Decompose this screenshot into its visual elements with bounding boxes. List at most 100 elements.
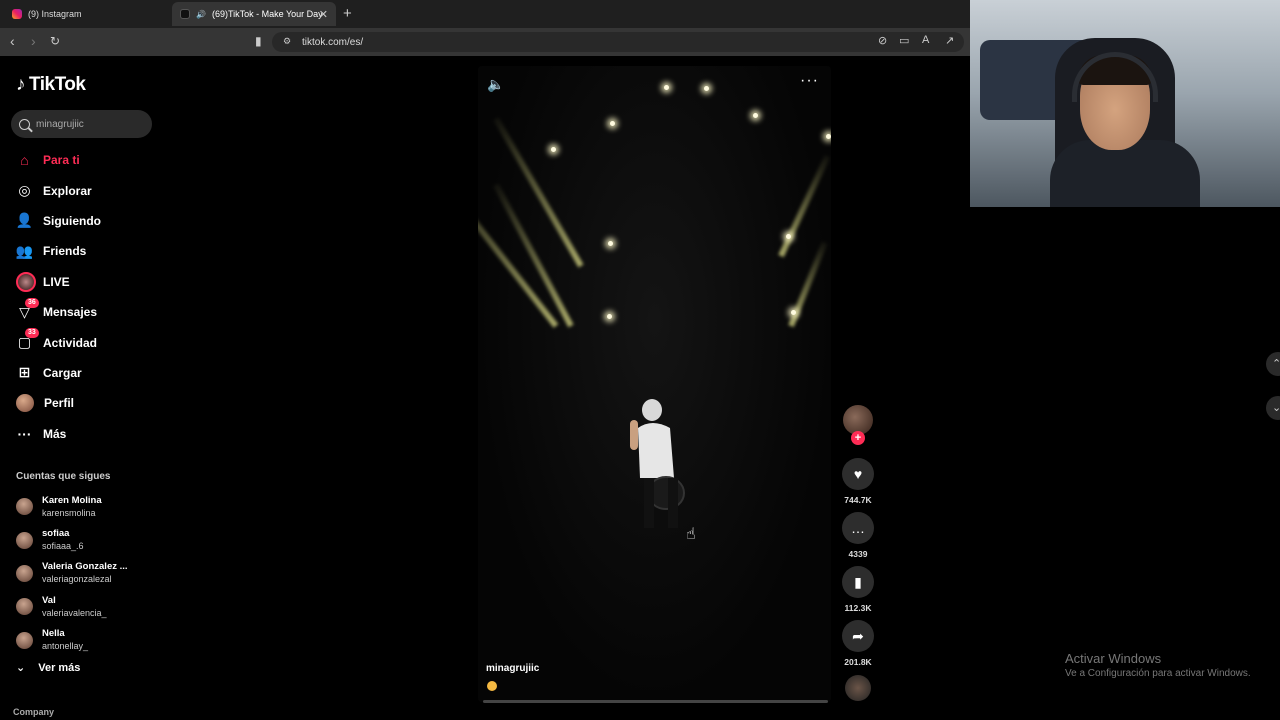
like-button[interactable]: ♥	[842, 458, 874, 490]
close-icon[interactable]: ✕	[319, 8, 328, 21]
menu-item-mas[interactable]: ··· Más	[0, 419, 165, 449]
menu-item-live[interactable]: LIVE	[0, 267, 165, 297]
account-username: antonellay_	[42, 641, 89, 652]
like-count: 744.7K	[844, 495, 872, 505]
webcam-person-body	[1050, 140, 1200, 207]
stage-light-beam	[478, 166, 559, 328]
live-icon	[16, 271, 36, 292]
reload-icon[interactable]: ↻	[50, 34, 60, 48]
address-bar[interactable]	[272, 32, 964, 52]
search-input[interactable]: minagrujiic	[11, 110, 152, 138]
account-username: sofiaaa_.6	[42, 541, 84, 552]
music-disc[interactable]	[845, 675, 871, 701]
share-icon: ➦	[852, 627, 864, 644]
emoji-icon	[487, 681, 497, 691]
menu-label: LIVE	[43, 274, 70, 289]
video-progress-bar[interactable]	[483, 700, 828, 703]
stage-light	[786, 234, 791, 239]
main-menu: ⌂ Para ti ◎ Explorar 👤 Siguiendo 👥 Frien…	[0, 145, 165, 449]
share-button[interactable]: ➦	[842, 620, 874, 652]
next-video-button[interactable]: ⌄	[1266, 396, 1280, 420]
video-player[interactable]: 🔈 ··· minagrujiic	[478, 66, 831, 702]
menu-item-explorar[interactable]: ◎ Explorar	[0, 175, 165, 205]
chevron-down-icon: ⌄	[16, 662, 26, 674]
see-more-button[interactable]: ⌄ Ver más	[16, 661, 80, 675]
upload-icon: ⊞	[18, 364, 31, 381]
menu-item-siguiendo[interactable]: 👤 Siguiendo	[0, 206, 165, 236]
menu-item-para-ti[interactable]: ⌂ Para ti	[0, 145, 165, 175]
no-tracking-icon[interactable]: ⊘	[878, 34, 887, 47]
stage-light	[753, 113, 758, 118]
tiktok-logo-icon: ♪	[16, 74, 26, 95]
menu-item-cargar[interactable]: ⊞ Cargar	[0, 358, 165, 388]
menu-label: Siguiendo	[43, 213, 101, 228]
stage-light	[791, 310, 796, 315]
list-item[interactable]: Nella antonellay_	[0, 624, 165, 657]
following-icon: 👤	[15, 212, 34, 229]
tiktok-icon	[180, 9, 190, 19]
performer-figure	[630, 399, 685, 528]
browser-tab-bar: (9) Instagram 🔊 (69)TikTok - Make Your D…	[0, 0, 970, 28]
back-icon[interactable]: ‹	[10, 33, 15, 49]
activity-badge: 33	[25, 328, 39, 339]
bookmark-icon[interactable]: ▮	[255, 34, 262, 48]
list-item[interactable]: Val valeriavalencia_	[0, 590, 165, 623]
instagram-icon	[12, 9, 22, 19]
menu-label: Friends	[43, 244, 87, 259]
url-text: tiktok.com/es/	[302, 37, 364, 48]
tiktok-logo[interactable]: ♪ TikTok	[16, 74, 86, 96]
menu-item-perfil[interactable]: Perfil	[0, 388, 165, 418]
save-button[interactable]: ▮	[842, 566, 874, 598]
comment-button[interactable]: …	[842, 512, 874, 544]
video-author[interactable]: minagrujiic	[486, 663, 539, 674]
list-item[interactable]: Valeria Gonzalez ... valeriagonzalezal	[0, 557, 165, 590]
heart-icon: ♥	[853, 466, 863, 482]
save-count: 112.3K	[844, 603, 872, 613]
menu-label: Actividad	[43, 335, 98, 350]
search-value: minagrujiic	[36, 118, 84, 130]
menu-label: Perfil	[44, 396, 75, 411]
mouse-cursor-icon: ☝	[686, 526, 696, 543]
brand-name: TikTok	[29, 74, 86, 95]
site-info-icon[interactable]: ⚙	[283, 36, 291, 47]
stage-light-beam	[493, 117, 584, 268]
list-item[interactable]: Karen Molina karensmolina	[0, 490, 165, 523]
account-name: sofiaa	[42, 528, 70, 540]
following-list: Karen Molina karensmolina sofiaa sofiaaa…	[0, 490, 165, 657]
translate-icon[interactable]: A	[922, 34, 929, 46]
share-icon[interactable]: ↗	[945, 34, 954, 47]
stage-light	[551, 147, 556, 152]
follow-plus-icon[interactable]: +	[851, 431, 865, 445]
account-username: valeriagonzalezal	[42, 574, 112, 585]
messages-icon: ▽ 36	[16, 297, 39, 321]
avatar	[16, 564, 33, 582]
stage-light	[704, 86, 709, 91]
list-item[interactable]: sofiaa sofiaaa_.6	[0, 523, 165, 556]
tab-title: (9) Instagram	[28, 9, 82, 19]
activity-icon: ▢ 33	[16, 328, 39, 351]
speaker-icon[interactable]: 🔈	[487, 76, 504, 93]
profile-avatar	[16, 394, 34, 413]
menu-label: Cargar	[43, 365, 82, 380]
menu-item-actividad[interactable]: ▢ 33 Actividad	[0, 327, 165, 357]
previous-video-button[interactable]: ⌃	[1266, 352, 1280, 376]
friends-icon: 👥	[15, 242, 34, 259]
cast-icon[interactable]: ▭	[899, 34, 909, 47]
watermark-title: Activar Windows	[1065, 651, 1162, 666]
menu-label: Más	[43, 426, 67, 441]
avatar	[16, 631, 33, 649]
menu-item-friends[interactable]: 👥 Friends	[0, 236, 165, 266]
footer-company-link[interactable]: Company	[13, 707, 54, 717]
share-count: 201.8K	[844, 657, 872, 667]
account-username: valeriavalencia_	[42, 607, 107, 618]
account-name: Karen Molina	[42, 494, 102, 506]
tab-tiktok[interactable]: 🔊 (69)TikTok - Make Your Day ✕	[172, 2, 336, 26]
stage-light	[610, 121, 615, 126]
tab-instagram[interactable]: (9) Instagram	[4, 2, 168, 26]
forward-icon[interactable]: ›	[31, 33, 36, 49]
more-options-icon[interactable]: ···	[800, 72, 819, 90]
menu-label: Mensajes	[43, 305, 98, 320]
menu-item-mensajes[interactable]: ▽ 36 Mensajes	[0, 297, 165, 327]
browser-nav-bar: ‹ › ↻ ▮ ⚙ tiktok.com/es/ ⊘ ▭ A ↗	[0, 28, 970, 56]
new-tab-button[interactable]: +	[343, 5, 352, 22]
